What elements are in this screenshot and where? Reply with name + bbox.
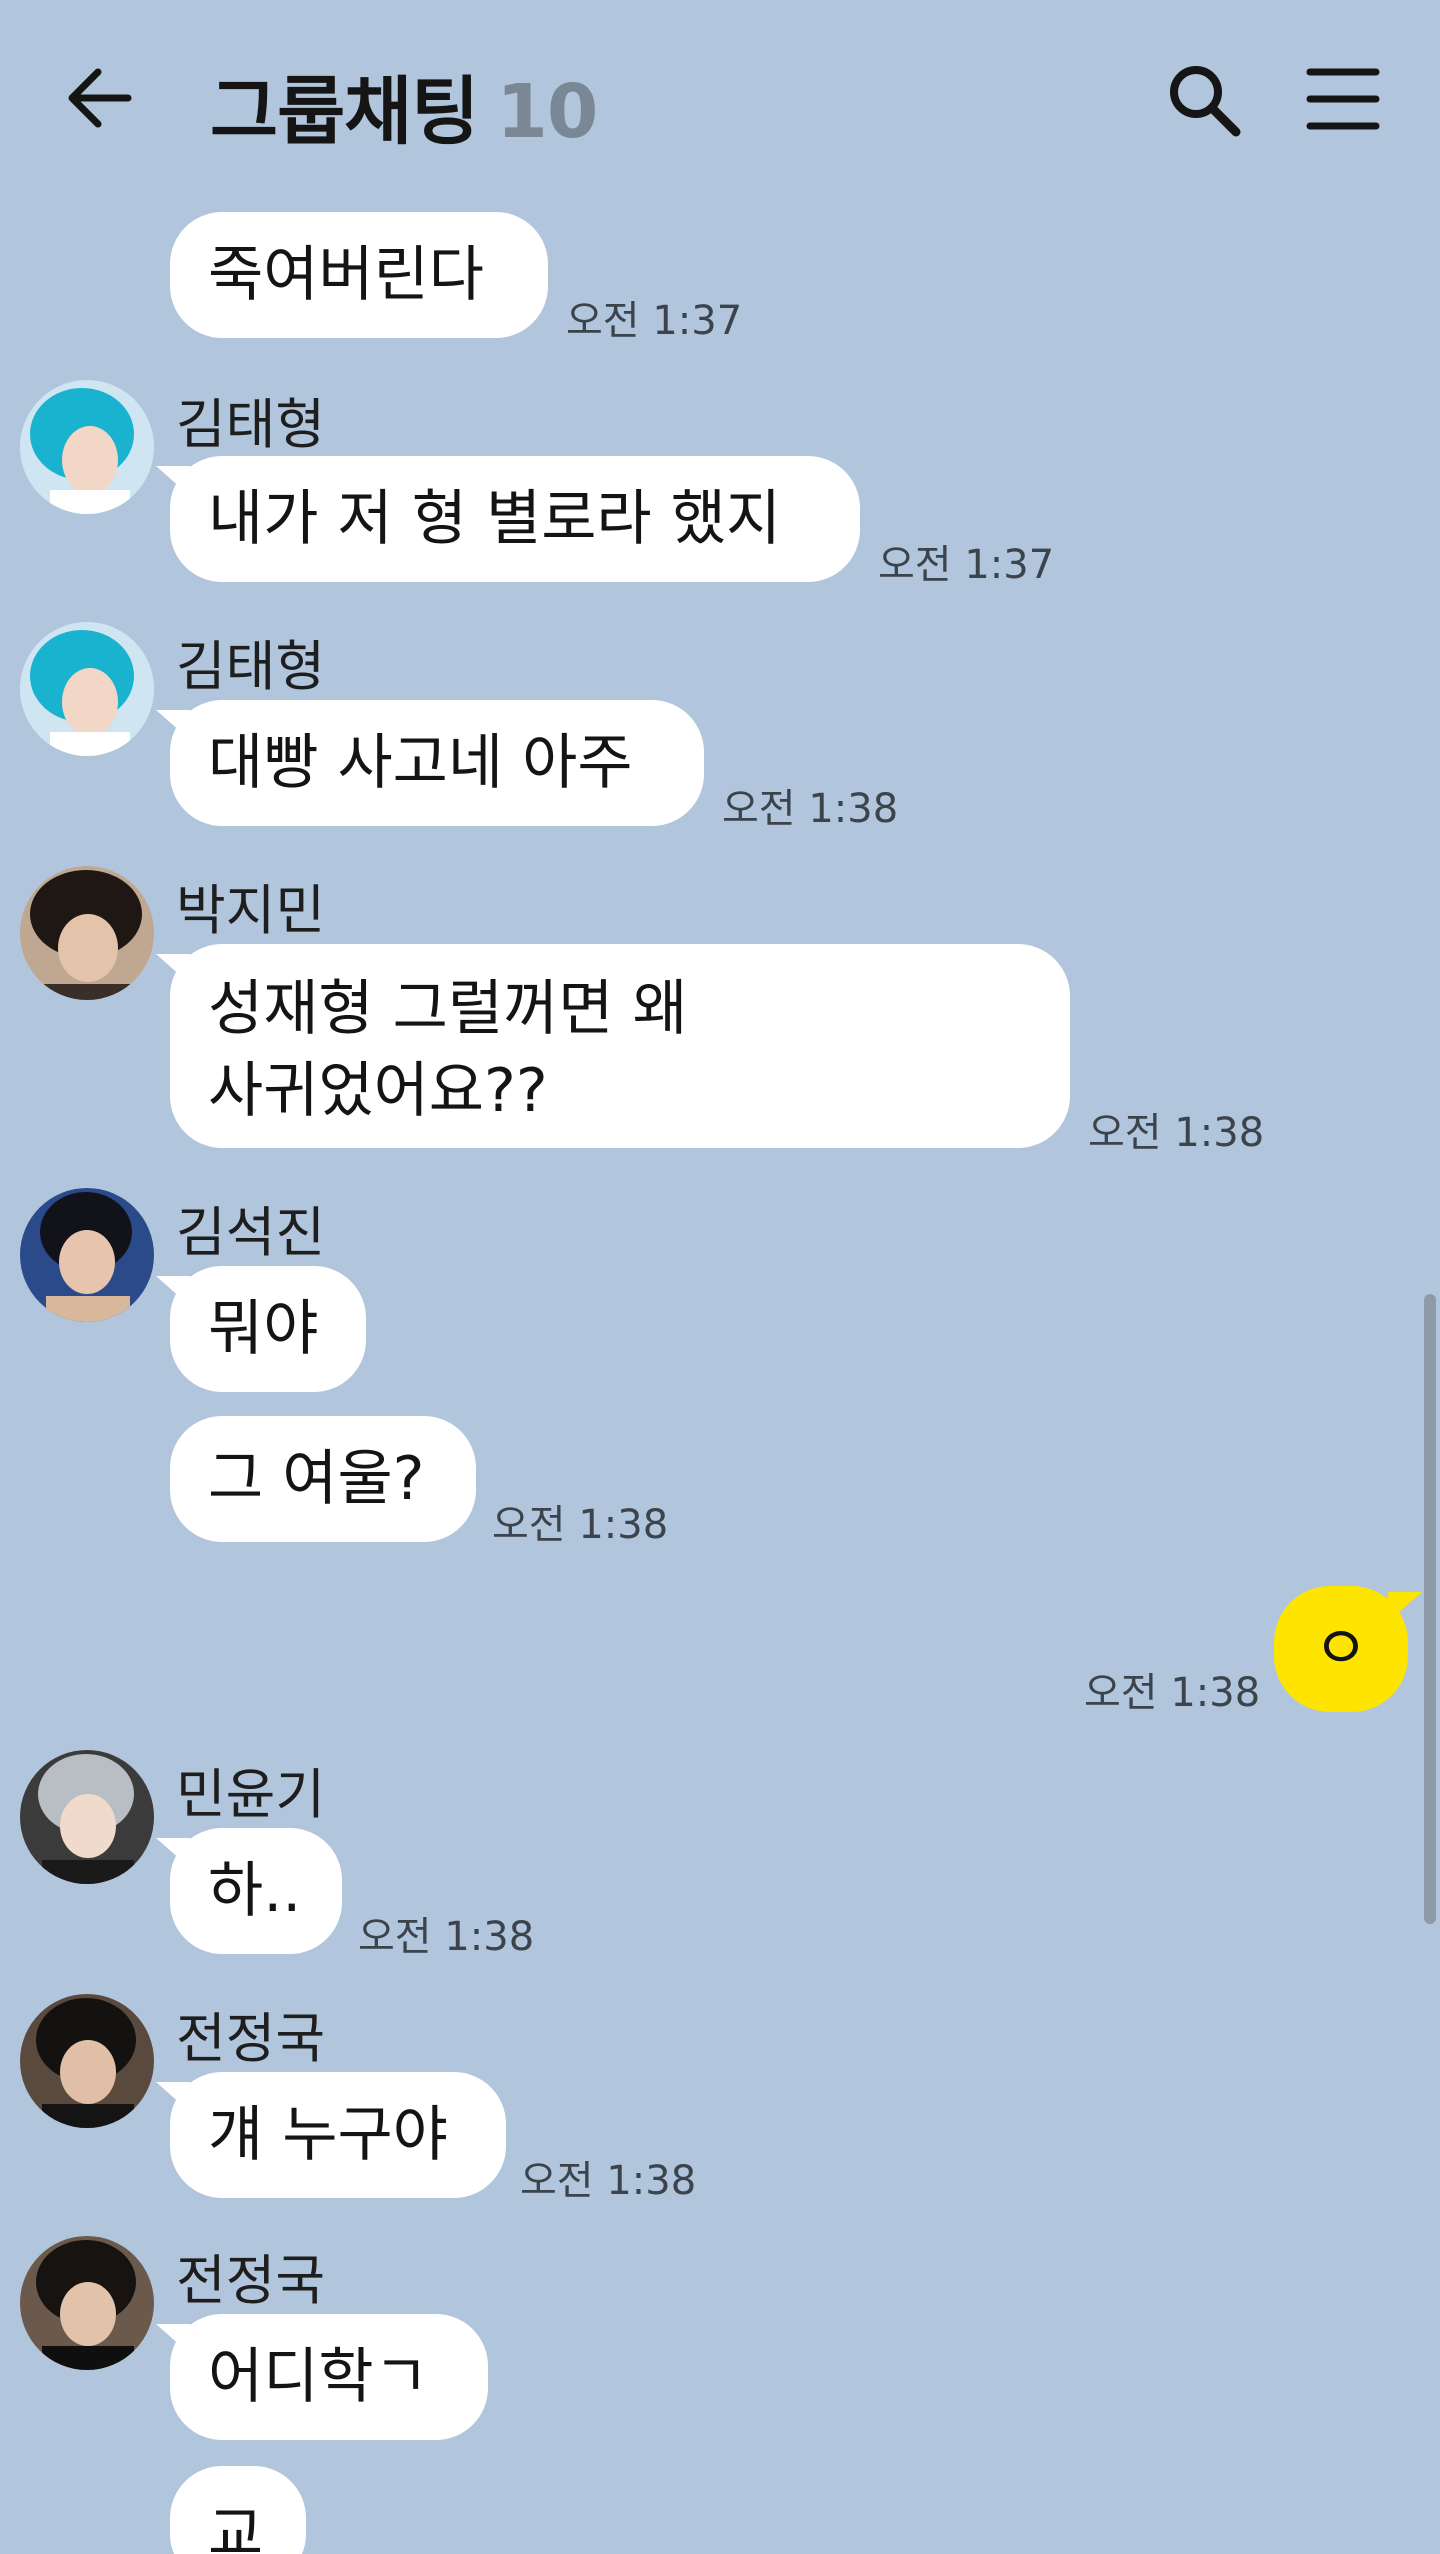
message-text: 죽여버린다	[208, 240, 484, 310]
avatar[interactable]	[20, 622, 154, 756]
message-time: 오전 1:38	[1088, 1110, 1265, 1156]
message-time: 오전 1:38	[722, 786, 899, 832]
message-time: 오전 1:38	[520, 2158, 697, 2204]
message-bubble[interactable]: 그 여울?	[170, 1416, 476, 1542]
sender-name: 전정국	[176, 2007, 326, 2070]
scrollbar[interactable]	[1424, 1294, 1436, 1924]
sender-name: 김태형	[176, 393, 326, 456]
message-bubble[interactable]: 하..	[156, 1828, 342, 1954]
avatar[interactable]	[20, 380, 154, 514]
message-text: 대빵 사고네 아주	[208, 728, 633, 798]
chat-title: 그룹채팅 10	[210, 52, 598, 159]
message-bubble[interactable]: 죽여버린다	[170, 212, 548, 338]
sender-name: 민윤기	[176, 1763, 326, 1826]
message-text: 뭐야	[208, 1294, 319, 1364]
sender-name: 김태형	[176, 635, 326, 698]
sender-name: 김석진	[176, 1201, 326, 1264]
message-bubble[interactable]: 뭐야	[156, 1266, 366, 1392]
avatar[interactable]	[20, 866, 154, 1000]
message-time: 오전 1:37	[878, 542, 1055, 588]
sender-name: 전정국	[176, 2249, 326, 2312]
message-bubble[interactable]: 내가 저 형 별로라 했지	[156, 456, 860, 582]
message-text: 성재형 그럴꺼면 왜 사귀었어요??	[208, 974, 688, 1126]
message-text: 그 여울?	[208, 1444, 425, 1514]
avatar[interactable]	[20, 2236, 154, 2370]
hamburger-menu-icon[interactable]	[1306, 62, 1380, 136]
sender-name: 박지민	[176, 879, 326, 942]
message-bubble[interactable]: 성재형 그럴꺼면 왜 사귀었어요??	[156, 944, 1070, 1148]
message-text: 어디학ㄱ	[208, 2342, 429, 2412]
message-text: 교	[208, 2500, 264, 2554]
room-name: 그룹채팅	[210, 69, 479, 155]
message-text: ㅇ	[1313, 1614, 1369, 1684]
message-text: 내가 저 형 별로라 했지	[208, 484, 782, 554]
message-bubble[interactable]: 어디학ㄱ	[156, 2314, 488, 2440]
member-count: 10	[496, 69, 598, 155]
message-time: 오전 1:38	[358, 1914, 535, 1960]
message-text: 하..	[208, 1856, 302, 1926]
message-time: 오전 1:38	[1084, 1670, 1261, 1716]
message-time: 오전 1:38	[492, 1502, 669, 1548]
avatar[interactable]	[20, 1188, 154, 1322]
message-time: 오전 1:37	[566, 298, 743, 344]
message-text: 걔 누구야	[208, 2100, 448, 2170]
chat-header: 그룹채팅 10	[0, 0, 1440, 200]
search-icon[interactable]	[1164, 60, 1244, 140]
message-bubble[interactable]: 교	[170, 2466, 306, 2554]
avatar[interactable]	[20, 1994, 154, 2128]
back-arrow-icon[interactable]	[62, 60, 138, 136]
message-bubble[interactable]: 걔 누구야	[156, 2072, 506, 2198]
message-bubble[interactable]: 대빵 사고네 아주	[156, 700, 704, 826]
my-message-bubble[interactable]: ㅇ	[1274, 1586, 1422, 1712]
avatar[interactable]	[20, 1750, 154, 1884]
